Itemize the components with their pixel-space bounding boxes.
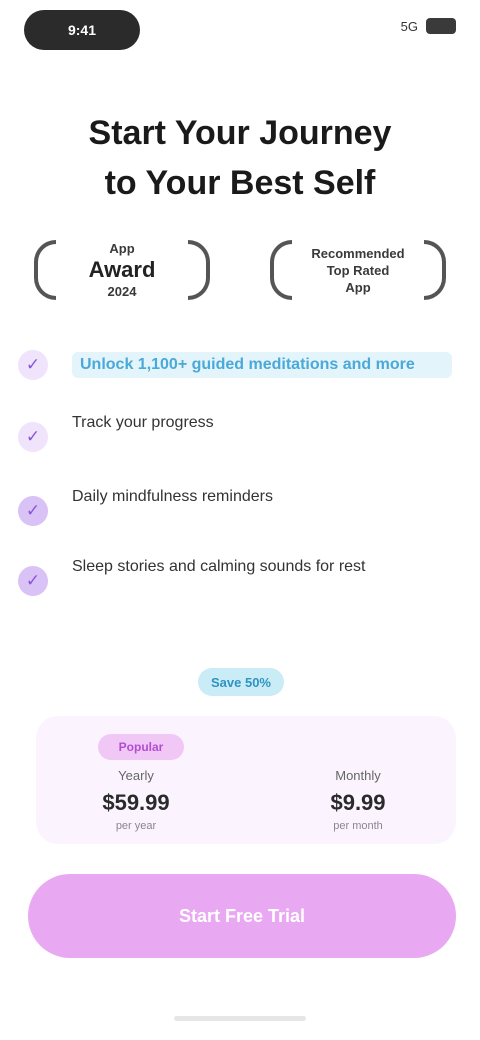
feature-text: Sleep stories and calming sounds for res… (72, 558, 366, 575)
award-line-2: Award (88, 257, 156, 282)
feature-text: Daily mindfulness reminders (72, 488, 273, 505)
check-icon: ✓ (18, 350, 48, 380)
plan-name: Yearly (118, 768, 154, 783)
laurel-left-icon (270, 240, 292, 300)
award-line-1: Recommended (311, 245, 405, 261)
awards-row: App Award 2024 Recommended Top Rated App (24, 232, 456, 308)
award-line-3: 2024 (107, 284, 137, 299)
home-indicator[interactable] (174, 1016, 306, 1021)
plan-option-yearly[interactable]: Popular Yearly $59.99 per year (46, 716, 226, 844)
status-bar: 9:41 5G (0, 0, 480, 64)
status-icons: 5G (401, 18, 456, 34)
plan-price: $9.99 (330, 790, 386, 815)
award-badge: Recommended Top Rated App (260, 232, 456, 308)
signal-icon: 5G (400, 18, 418, 34)
start-trial-button[interactable]: Start Free Trial (28, 874, 456, 958)
laurel-left-icon (34, 240, 56, 300)
title-line-2: to Your Best Self (104, 164, 376, 202)
plan-name: Monthly (335, 768, 381, 783)
check-icon: ✓ (18, 566, 48, 596)
title-line-1: Start Your Journey (88, 114, 392, 152)
plan-sub: per month (333, 820, 383, 832)
award-text: App Award 2024 (57, 240, 187, 300)
discount-badge: Save 50% (198, 668, 284, 696)
award-badge: App Award 2024 (24, 232, 220, 308)
plan-sub: per year (115, 820, 157, 832)
feature-text: Unlock 1,100+ guided meditations and mor… (72, 352, 452, 378)
battery-icon (426, 18, 456, 34)
award-line-2: Top Rated (326, 262, 390, 278)
plan-selector: Popular Yearly $59.99 per year Monthly $… (36, 716, 456, 844)
check-icon: ✓ (18, 496, 48, 526)
time-text: 9:41 (67, 22, 97, 38)
feature-text: Track your progress (72, 414, 214, 431)
award-text: Recommended Top Rated App (293, 245, 423, 296)
plan-option-monthly[interactable]: Monthly $9.99 per month (268, 716, 448, 844)
plan-price: $59.99 (102, 790, 170, 815)
laurel-right-icon (188, 240, 210, 300)
time-pill: 9:41 (24, 10, 140, 50)
check-icon: ✓ (18, 422, 48, 452)
laurel-right-icon (424, 240, 446, 300)
plan-tag: Popular (98, 734, 184, 760)
award-line-1: App (109, 241, 135, 256)
page-title: Start Your Journey to Your Best Self (0, 108, 480, 208)
award-line-3: App (345, 279, 371, 295)
